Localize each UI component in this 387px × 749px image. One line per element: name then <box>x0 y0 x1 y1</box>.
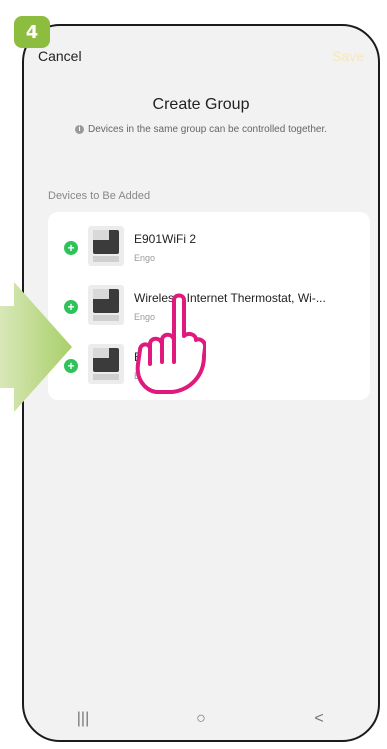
pointing-hand-icon <box>135 293 206 394</box>
home-button[interactable]: ○ <box>181 710 221 728</box>
device-row[interactable]: + E En <box>48 338 370 396</box>
arrow-right-icon <box>0 282 72 412</box>
step-badge: 4 <box>14 16 50 48</box>
device-name: E901WiFi 2 <box>134 232 197 246</box>
device-row[interactable]: + Wireless, Internet Thermostat, Wi-... … <box>48 279 370 337</box>
thermostat-thumbnail <box>88 226 124 266</box>
add-icon[interactable]: + <box>64 241 78 255</box>
cancel-button[interactable]: Cancel <box>38 48 82 64</box>
thermostat-thumbnail <box>88 285 124 325</box>
info-icon: i <box>74 125 84 134</box>
recent-apps-button[interactable]: ||| <box>63 710 103 728</box>
top-bar: Cancel Save <box>24 48 378 72</box>
save-button[interactable]: Save <box>332 48 364 64</box>
thermostat-thumbnail <box>88 344 124 384</box>
system-nav-bar: ||| ○ < <box>24 698 378 740</box>
section-label: Devices to Be Added <box>48 190 151 202</box>
back-button[interactable]: < <box>299 710 339 728</box>
device-brand: Engo <box>134 253 156 263</box>
page-subtitle: i Devices in the same group can be contr… <box>24 124 378 135</box>
device-list: + E901WiFi 2 Engo + Wireless, Internet T… <box>48 212 370 400</box>
device-row[interactable]: + E901WiFi 2 Engo <box>48 220 370 278</box>
subtitle-text: Devices in the same group can be control… <box>87 124 328 135</box>
page-title: Create Group <box>152 96 250 113</box>
